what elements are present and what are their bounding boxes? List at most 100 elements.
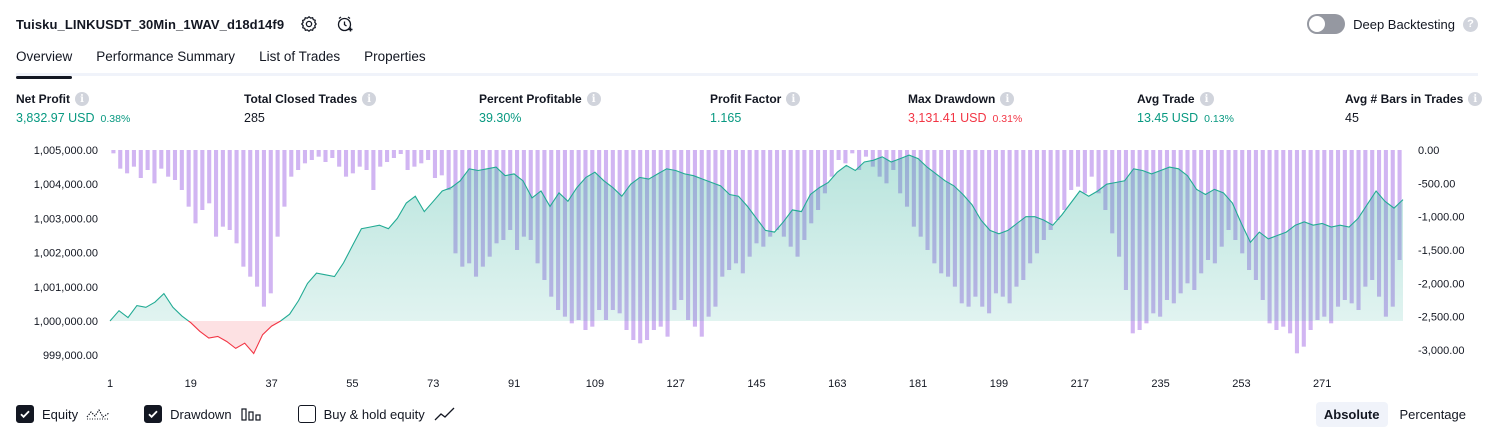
drawdown-bar: [432, 150, 438, 178]
metric-percent: 0.13%: [1204, 113, 1234, 125]
deep-backtesting-label: Deep Backtesting: [1353, 16, 1455, 32]
drawdown-bar: [118, 150, 123, 169]
x-axis-tick-label: 253: [1232, 378, 1250, 390]
drawdown-bar: [446, 150, 451, 190]
legend-equity[interactable]: Equity: [16, 405, 110, 423]
settings-gear-icon[interactable]: [298, 13, 320, 35]
metric-value: 45: [1345, 111, 1359, 125]
drawdown-bar: [255, 150, 260, 287]
drawdown-bar: [145, 150, 150, 170]
drawdown-bar: [316, 150, 321, 157]
left-axis-tick-label: 1,001,000.00: [34, 282, 98, 294]
x-axis-tick-label: 109: [586, 378, 604, 390]
x-axis-tick-label: 271: [1313, 378, 1331, 390]
drawdown-bar: [1062, 150, 1067, 210]
drawdown-bar: [1096, 150, 1101, 194]
deep-backtesting-toggle[interactable]: [1307, 14, 1346, 34]
metric-percent: 0.31%: [992, 113, 1023, 125]
left-axis-tick-label: 1,004,000.00: [34, 179, 98, 191]
info-icon[interactable]: i: [75, 92, 89, 106]
drawdown-bar: [193, 150, 198, 224]
right-axis: 0.00 -500.00 -1,000.00 -1,500.00 -2,000.00 -2…: [1418, 145, 1464, 357]
drawdown-bar: [412, 150, 417, 167]
metric-value: 3,131.41 USD: [908, 111, 987, 125]
tab-properties[interactable]: Properties: [364, 44, 426, 76]
right-axis-tick-label: -1,500.00: [1418, 245, 1464, 257]
x-axis: 1 19 37 55 73 91 109 127 145 163 181 199 217 235 253 27…: [107, 378, 1331, 390]
x-axis-tick-label: 199: [990, 378, 1008, 390]
info-icon[interactable]: i: [586, 92, 601, 106]
right-axis-tick-label: -500.00: [1418, 178, 1455, 190]
drawdown-bar: [159, 150, 164, 169]
drawdown-bar: [391, 150, 396, 158]
right-axis-tick-label: -2,500.00: [1418, 312, 1464, 324]
drawdown-bar: [330, 150, 335, 158]
drawdown-bar: [282, 150, 287, 207]
tab-performance-summary[interactable]: Performance Summary: [96, 44, 235, 76]
drawdown-bar: [296, 150, 301, 170]
drawdown-bar: [111, 150, 116, 154]
drawdown-bar: [439, 150, 444, 176]
info-icon[interactable]: i: [362, 92, 377, 106]
strategy-header: Tuisku_LINKUSDT_30Min_1WAV_d18d14f9: [16, 12, 356, 36]
info-icon[interactable]: i: [1199, 92, 1214, 106]
report-tabs: Overview Performance Summary List of Tra…: [16, 44, 1478, 79]
tab-list-of-trades[interactable]: List of Trades: [259, 44, 340, 76]
drawdown-bar: [357, 150, 362, 167]
drawdown-bar: [843, 150, 848, 164]
x-axis-tick-label: 127: [667, 378, 685, 390]
metric-label: Avg Trade: [1137, 92, 1195, 106]
drawdown-bar: [166, 150, 171, 177]
x-axis-tick-label: 37: [265, 378, 277, 390]
drawdown-checkbox[interactable]: [144, 405, 163, 423]
left-axis-tick-label: 1,000,000.00: [34, 316, 98, 328]
equity-line-icon: [86, 406, 110, 422]
metric-percent-profitable: Percent Profitable i 39.30%: [479, 92, 601, 125]
drawdown-bar: [302, 150, 308, 164]
chart-legend: Equity Drawdown Buy & hold equity: [16, 402, 457, 426]
drawdown-bar: [275, 150, 280, 237]
equity-checkbox[interactable]: [16, 405, 34, 423]
metric-avg-bars-in-trades: Avg # Bars in Trades i 45: [1345, 92, 1483, 125]
legend-label: Equity: [42, 406, 79, 422]
deep-backtesting-control: Deep Backtesting ?: [1307, 12, 1478, 36]
info-icon[interactable]: i: [1000, 92, 1015, 106]
left-axis-tick-label: 1,005,000.00: [34, 145, 98, 157]
tab-overview[interactable]: Overview: [16, 44, 73, 79]
info-icon[interactable]: i: [1468, 92, 1483, 106]
drawdown-bar: [836, 150, 841, 160]
metric-label: Avg # Bars in Trades: [1345, 92, 1464, 106]
drawdown-bar: [261, 150, 266, 307]
drawdown-bar: [774, 150, 780, 230]
metric-percent: 0.38%: [100, 113, 131, 125]
metric-label: Max Drawdown: [908, 92, 996, 106]
equity-drawdown-chart[interactable]: 1,005,000.00 1,004,000.00 1,003,000.00 1,00…: [0, 138, 1494, 394]
x-axis-tick-label: 1: [107, 378, 113, 390]
drawdown-bar: [289, 150, 294, 177]
drawdown-bar: [186, 150, 191, 207]
drawdown-bar: [268, 150, 273, 294]
legend-buy-hold-equity[interactable]: Buy & hold equity: [297, 405, 457, 423]
x-axis-tick-label: 163: [828, 378, 846, 390]
info-icon[interactable]: i: [786, 92, 801, 106]
drawdown-bar: [768, 150, 773, 237]
legend-label: Buy & hold equity: [323, 406, 425, 422]
metric-label: Total Closed Trades: [244, 92, 358, 106]
mode-absolute[interactable]: Absolute: [1315, 401, 1388, 427]
drawdown-bar: [398, 150, 403, 154]
drawdown-bar: [863, 150, 869, 157]
drawdown-bars-icon: [240, 406, 264, 422]
metric-net-profit: Net Profit i 3,832.97 USD 0.38%: [16, 92, 130, 125]
drawdown-bar: [248, 150, 253, 277]
add-alert-clock-icon[interactable]: [334, 13, 356, 35]
help-icon[interactable]: ?: [1463, 16, 1478, 32]
buy-hold-checkbox[interactable]: [297, 405, 316, 423]
legend-drawdown[interactable]: Drawdown: [144, 405, 263, 423]
right-axis-tick-label: 0.00: [1418, 145, 1439, 157]
x-axis-tick-label: 217: [1071, 378, 1089, 390]
x-axis-tick-label: 235: [1151, 378, 1169, 390]
drawdown-bar: [426, 150, 431, 160]
mode-percentage[interactable]: Percentage: [1392, 402, 1475, 427]
metric-profit-factor: Profit Factor i 1.165: [710, 92, 801, 125]
metric-value: 39.30%: [479, 111, 522, 125]
